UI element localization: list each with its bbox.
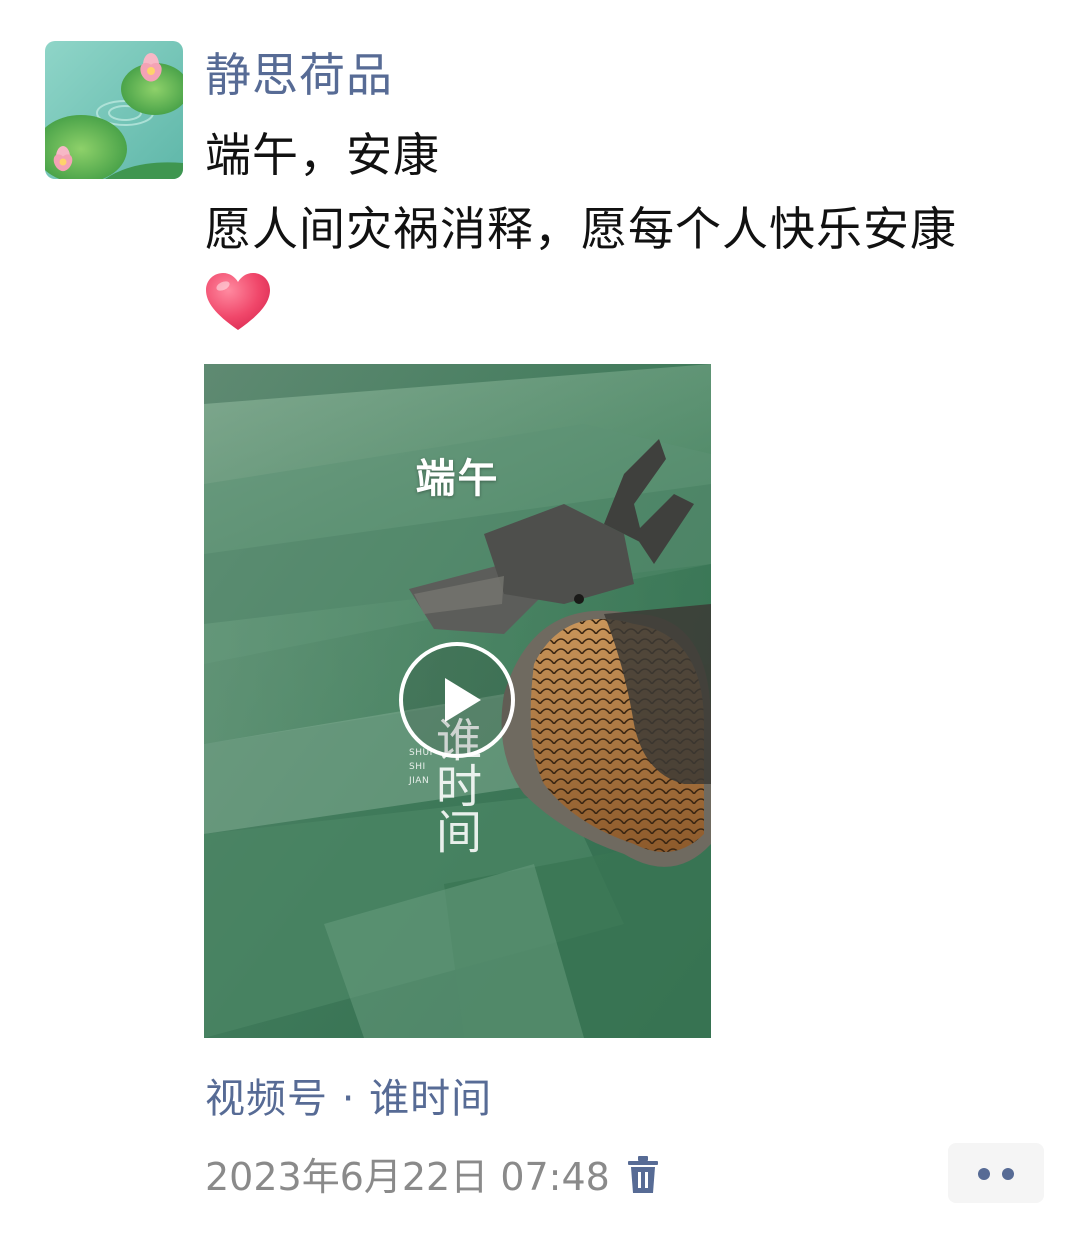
more-button[interactable] (948, 1143, 1044, 1203)
video-title: 端午 (415, 455, 500, 502)
video-card[interactable]: 端午 谁时间 SHUI SHI JIAN (204, 364, 711, 1038)
post-text-line-2: 愿人间灾祸消释，愿每个人快乐安康 (205, 202, 957, 256)
post-text-line-1: 端午，安康 (205, 128, 440, 182)
more-dots-icon (978, 1168, 990, 1180)
play-button[interactable] (399, 642, 515, 758)
author-avatar[interactable] (45, 41, 183, 179)
red-heart-icon (205, 272, 271, 332)
trash-icon[interactable] (626, 1155, 660, 1195)
post-timestamp: 2023年6月22日 07:48 (205, 1155, 610, 1199)
watermark-small-line-2: SHI (409, 762, 426, 772)
more-dots-icon (1002, 1168, 1014, 1180)
watermark-small-line-3: JIAN (409, 776, 430, 786)
author-name[interactable]: 静思荷品 (205, 44, 393, 106)
channel-link[interactable]: 视频号 · 谁时间 (205, 1072, 492, 1126)
play-icon (399, 642, 515, 758)
